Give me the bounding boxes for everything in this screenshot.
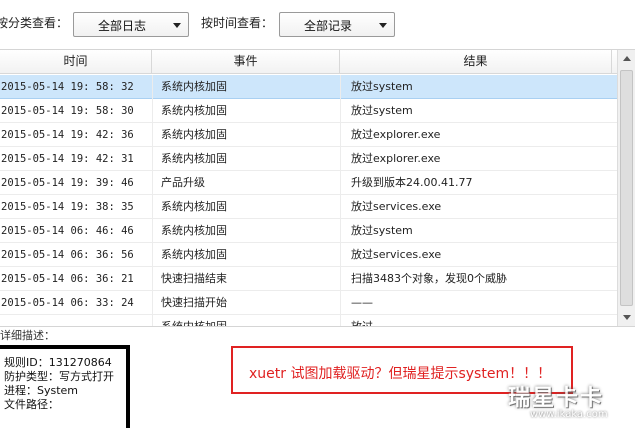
cell-event: 系统内核加固 — [161, 315, 341, 326]
cell-time: 2015-05-14 06: 36: 56 — [1, 249, 134, 261]
log-table: 时间 事件 结果 系统内核加固放过2015-05-14 06: 33: 24快速… — [0, 49, 635, 326]
chevron-down-icon — [379, 23, 387, 28]
column-header-result[interactable]: 结果 — [340, 50, 612, 74]
cell-time: 2015-05-14 19: 38: 35 — [1, 201, 134, 213]
cell-result: 升级到版本24.00.41.77 — [351, 176, 473, 189]
filter-bar: 按分类查看： 全部日志 按时间查看： 全部记录 — [0, 0, 635, 46]
cell-event: 系统内核加固 — [161, 224, 227, 237]
category-select-value: 全部日志 — [97, 19, 146, 33]
table-row[interactable]: 2015-05-14 19: 58: 32 系统内核加固 放过system — [0, 75, 617, 99]
time-select-value: 全部记录 — [303, 19, 352, 33]
time-select[interactable]: 全部记录 — [279, 12, 395, 37]
cell-result: 放过explorer.exe — [351, 128, 441, 141]
cell-result: 放过 — [351, 315, 613, 326]
scroll-down-button[interactable] — [619, 310, 634, 326]
cell-event: 产品升级 — [161, 176, 205, 189]
cell-time — [1, 315, 151, 326]
cell-result: 放过system — [351, 104, 413, 117]
cell-event: 系统内核加固 — [161, 80, 227, 93]
cell-result: 扫描3483个对象，发现0个威胁 — [351, 272, 507, 285]
table-row[interactable]: 2015-05-14 19: 38: 35 系统内核加固 放过services.ex… — [0, 195, 617, 219]
cell-event: 系统内核加固 — [161, 104, 227, 117]
cell-time: 2015-05-14 19: 39: 46 — [1, 177, 134, 189]
table-header: 时间 事件 结果 — [0, 50, 617, 74]
cell-result: 放过services.exe — [351, 200, 442, 213]
cell-event: 系统内核加固 — [161, 128, 227, 141]
table-body: 系统内核加固放过2015-05-14 06: 33: 24快速扫描开始——201… — [0, 75, 617, 326]
detail-title: 详细描述： — [0, 329, 55, 342]
table-row[interactable]: 2015-05-14 19: 39: 46 产品升级 升级到版本24.00.41.7… — [0, 171, 617, 195]
cell-time: 2015-05-14 19: 58: 30 — [1, 105, 134, 117]
table-row[interactable]: 2015-05-14 06: 46: 46 系统内核加固 放过system — [0, 219, 617, 243]
column-header-event[interactable]: 事件 — [152, 50, 340, 74]
table-row[interactable]: 2015-05-14 06: 36: 56 系统内核加固 放过services.ex… — [0, 243, 617, 267]
arrow-down-icon — [623, 315, 631, 320]
detail-highlight-box: 规则ID：131270864 防护类型：写方式打开 进程：System 文件路径… — [0, 345, 130, 428]
cell-event: 系统内核加固 — [161, 200, 227, 213]
cell-time: 2015-05-14 06: 36: 21 — [1, 273, 134, 285]
table-row[interactable]: 2015-05-14 06: 36: 21 快速扫描结束 扫描3483个对象，发现0… — [0, 267, 617, 291]
watermark-title: 瑞星卡卡 — [508, 386, 605, 411]
column-header-time[interactable]: 时间 — [0, 50, 152, 74]
table-row[interactable]: 系统内核加固放过 — [0, 315, 617, 326]
arrow-up-icon — [623, 56, 631, 61]
scroll-up-button[interactable] — [619, 50, 634, 66]
detail-file-path: 文件路径： — [4, 398, 59, 411]
cell-event: 快速扫描结束 — [161, 272, 227, 285]
column-divider — [152, 75, 153, 326]
vertical-scrollbar[interactable] — [617, 50, 635, 326]
watermark-url: www.ikaka.com — [530, 409, 608, 420]
table-row[interactable]: 2015-05-14 19: 58: 30 系统内核加固 放过system — [0, 99, 617, 123]
cell-time: 2015-05-14 19: 42: 31 — [1, 153, 134, 165]
cell-event: 快速扫描开始 — [161, 296, 227, 309]
table-row[interactable]: 2015-05-14 19: 42: 36 系统内核加固 放过explorer.ex… — [0, 123, 617, 147]
table-row[interactable]: 2015-05-14 19: 42: 31 系统内核加固 放过explorer.ex… — [0, 147, 617, 171]
cell-result: 放过services.exe — [351, 248, 442, 261]
scrollbar-thumb[interactable] — [620, 70, 633, 306]
cell-result: 放过system — [351, 80, 413, 93]
cell-result: 放过system — [351, 224, 413, 237]
cell-event: 系统内核加固 — [161, 248, 227, 261]
cell-result: —— — [351, 296, 373, 309]
cell-time: 2015-05-14 06: 46: 46 — [1, 225, 134, 237]
cell-event: 系统内核加固 — [161, 152, 227, 165]
watermark-logo: 瑞星卡卡 www.ikaka.com — [498, 378, 635, 428]
chevron-down-icon — [173, 23, 181, 28]
cell-time: 2015-05-14 19: 42: 36 — [1, 129, 134, 141]
column-divider — [340, 75, 341, 326]
table-row[interactable]: 2015-05-14 06: 33: 24 快速扫描开始 —— — [0, 291, 617, 315]
category-filter-label: 按分类查看： — [0, 16, 69, 30]
cell-result: 放过explorer.exe — [351, 152, 441, 165]
category-select[interactable]: 全部日志 — [73, 12, 189, 37]
time-filter-label: 按时间查看： — [201, 16, 274, 30]
cell-time: 2015-05-14 06: 33: 24 — [1, 297, 134, 309]
cell-time: 2015-05-14 19: 58: 32 — [1, 81, 134, 93]
